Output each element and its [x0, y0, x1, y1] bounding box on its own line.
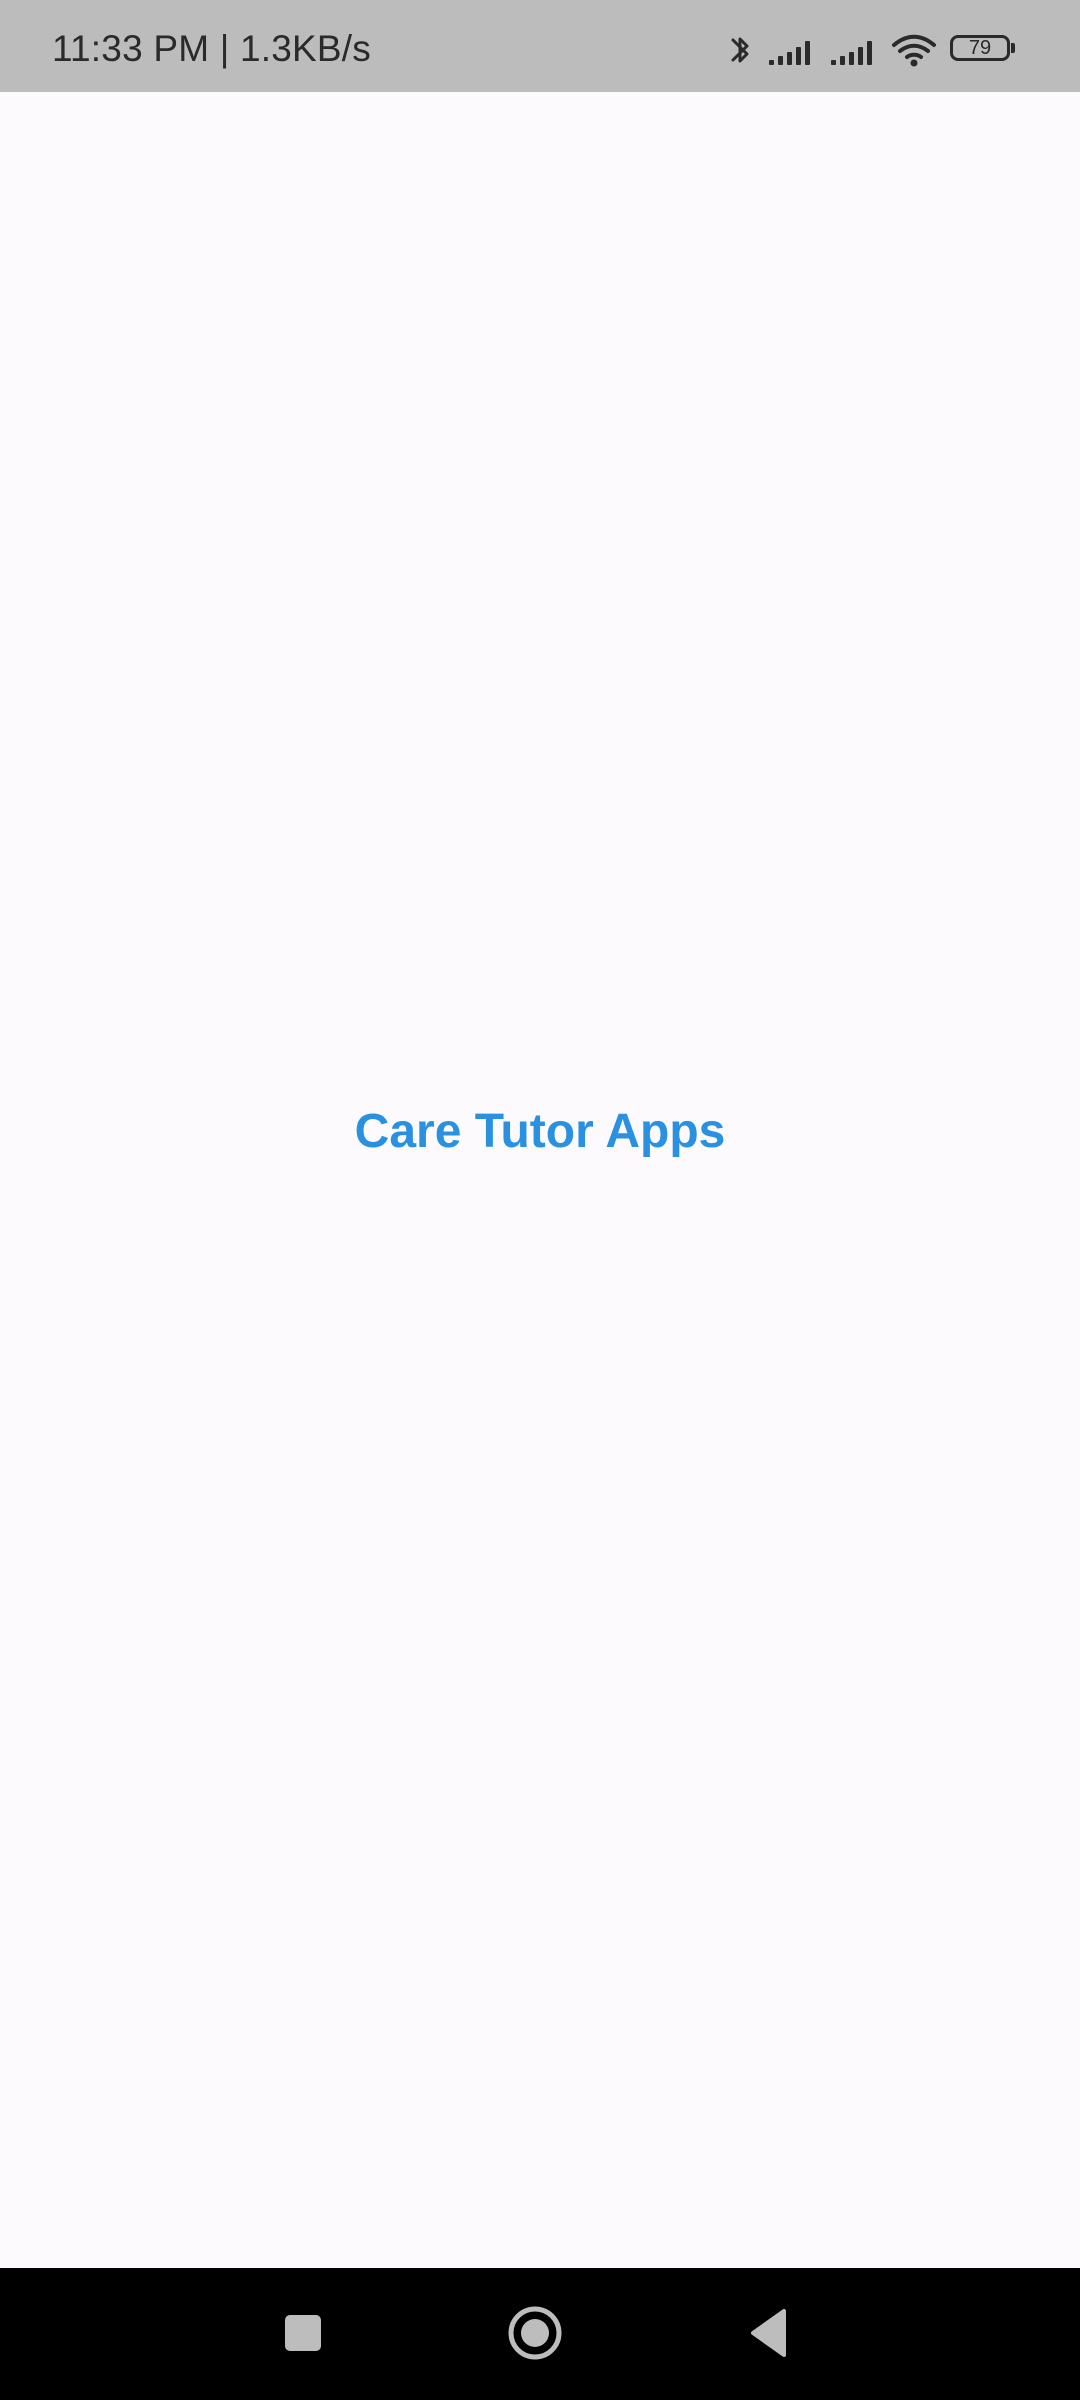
wifi-icon [890, 30, 938, 70]
battery-tip [1011, 43, 1015, 53]
signal-icon [828, 30, 878, 70]
battery-level: 79 [968, 37, 992, 59]
splash-screen: Care Tutor Apps [0, 92, 1080, 2268]
status-time-and-network-speed: 11:33 PM | 1.3KB/s [52, 28, 371, 69]
signal-icon [766, 30, 816, 70]
back-button[interactable] [714, 2268, 824, 2400]
back-icon [745, 2307, 793, 2362]
battery-icon: 79 [950, 35, 1016, 65]
recent-apps-button[interactable] [248, 2268, 358, 2400]
status-icons: 79 [726, 30, 1016, 70]
home-button[interactable] [480, 2268, 590, 2400]
recent-apps-icon [280, 2310, 326, 2359]
bluetooth-icon [726, 30, 754, 70]
app-title: Care Tutor Apps [354, 1105, 726, 1158]
system-navigation-bar [0, 2268, 1080, 2400]
home-icon [506, 2304, 564, 2365]
status-bar: 11:33 PM | 1.3KB/s 79 [0, 0, 1080, 92]
